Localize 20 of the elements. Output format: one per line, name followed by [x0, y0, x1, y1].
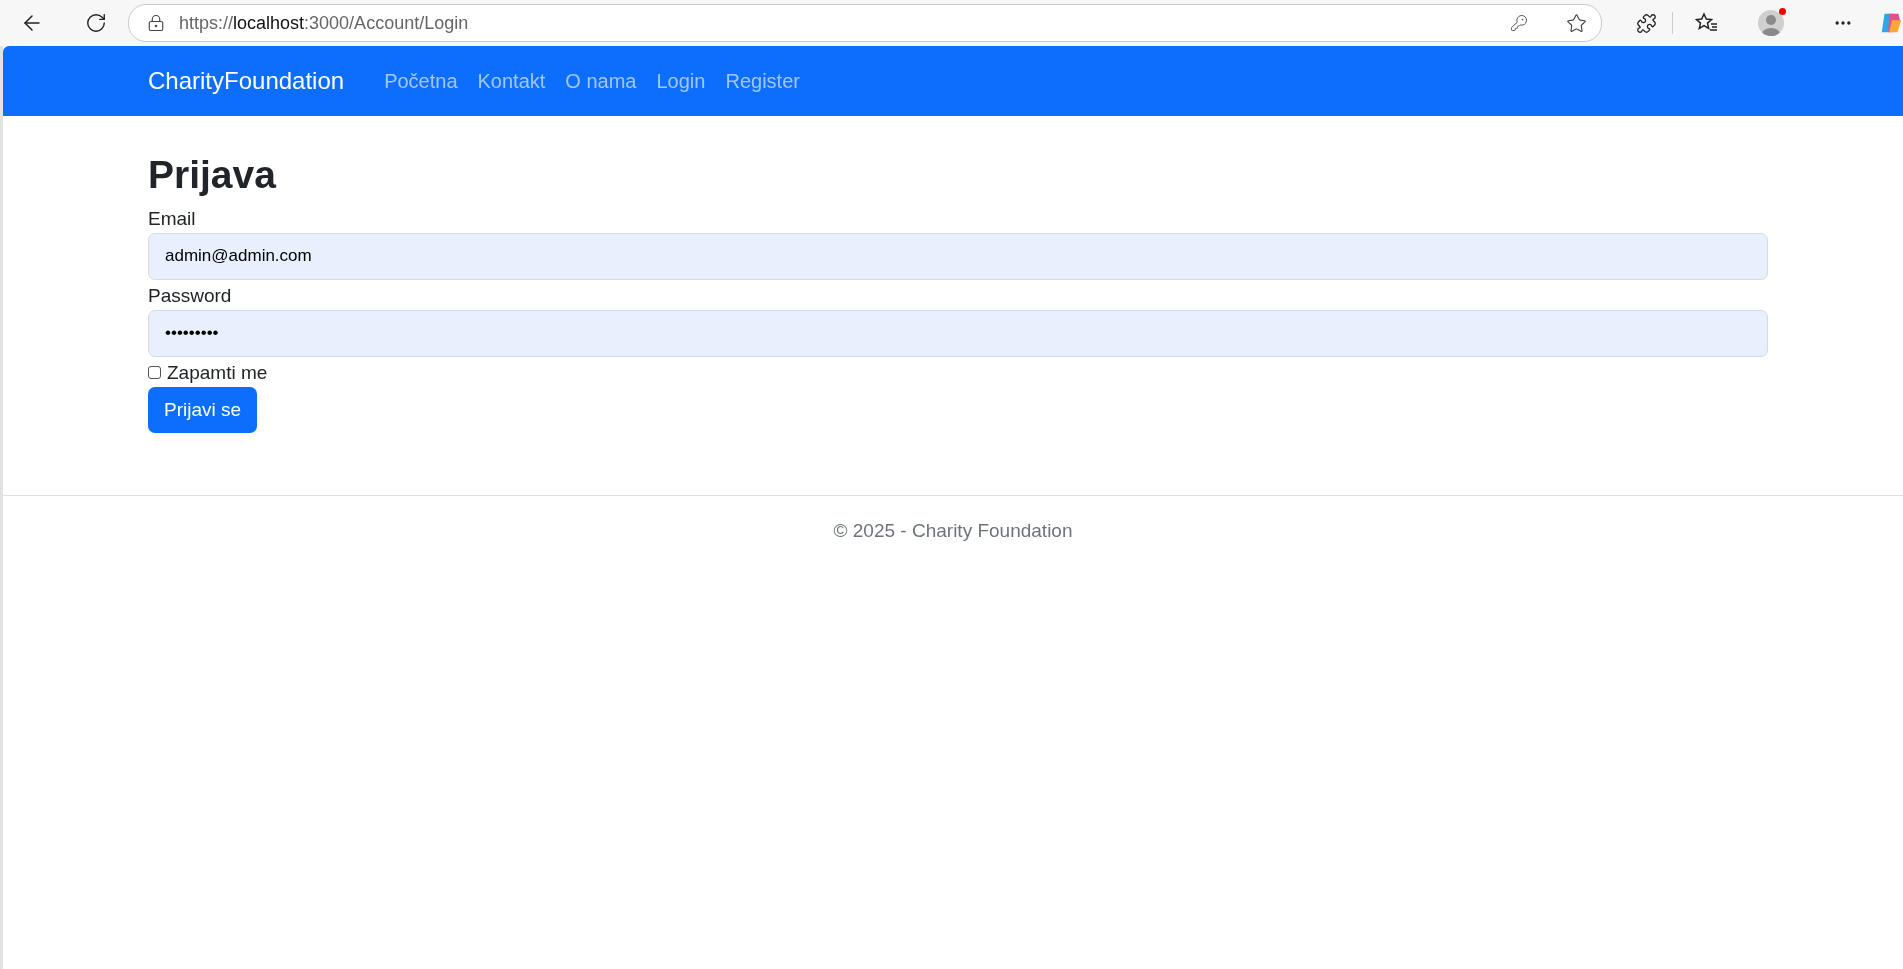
- nav-link[interactable]: Login: [646, 69, 716, 93]
- nav-link[interactable]: Kontakt: [467, 69, 556, 93]
- page-title: Prijava: [148, 154, 278, 197]
- brand-link[interactable]: CharityFoundation: [148, 67, 345, 95]
- remember-checkbox[interactable]: [148, 366, 161, 380]
- nav-link[interactable]: Register: [715, 69, 810, 93]
- profile-avatar[interactable]: [1758, 10, 1784, 36]
- address-bar[interactable]: https://localhost:3000/Account/Login: [128, 4, 1602, 42]
- nav-link[interactable]: O nama: [555, 69, 647, 93]
- input-field[interactable]: •••••••••: [148, 309, 1768, 357]
- checkbox-label: Zapamti me: [167, 360, 268, 385]
- star-icon[interactable]: [1566, 12, 1587, 34]
- nav-link[interactable]: Početna: [374, 69, 468, 93]
- input-field[interactable]: admin@admin.com: [148, 232, 1768, 280]
- footer-text: © 2025 - Charity Foundation: [833, 519, 1073, 541]
- lock-icon: [147, 14, 165, 32]
- field-label: Email: [148, 206, 197, 231]
- login-button[interactable]: Prijavi se: [148, 386, 258, 433]
- key-icon[interactable]: [1510, 14, 1528, 32]
- field-label: Password: [148, 283, 233, 308]
